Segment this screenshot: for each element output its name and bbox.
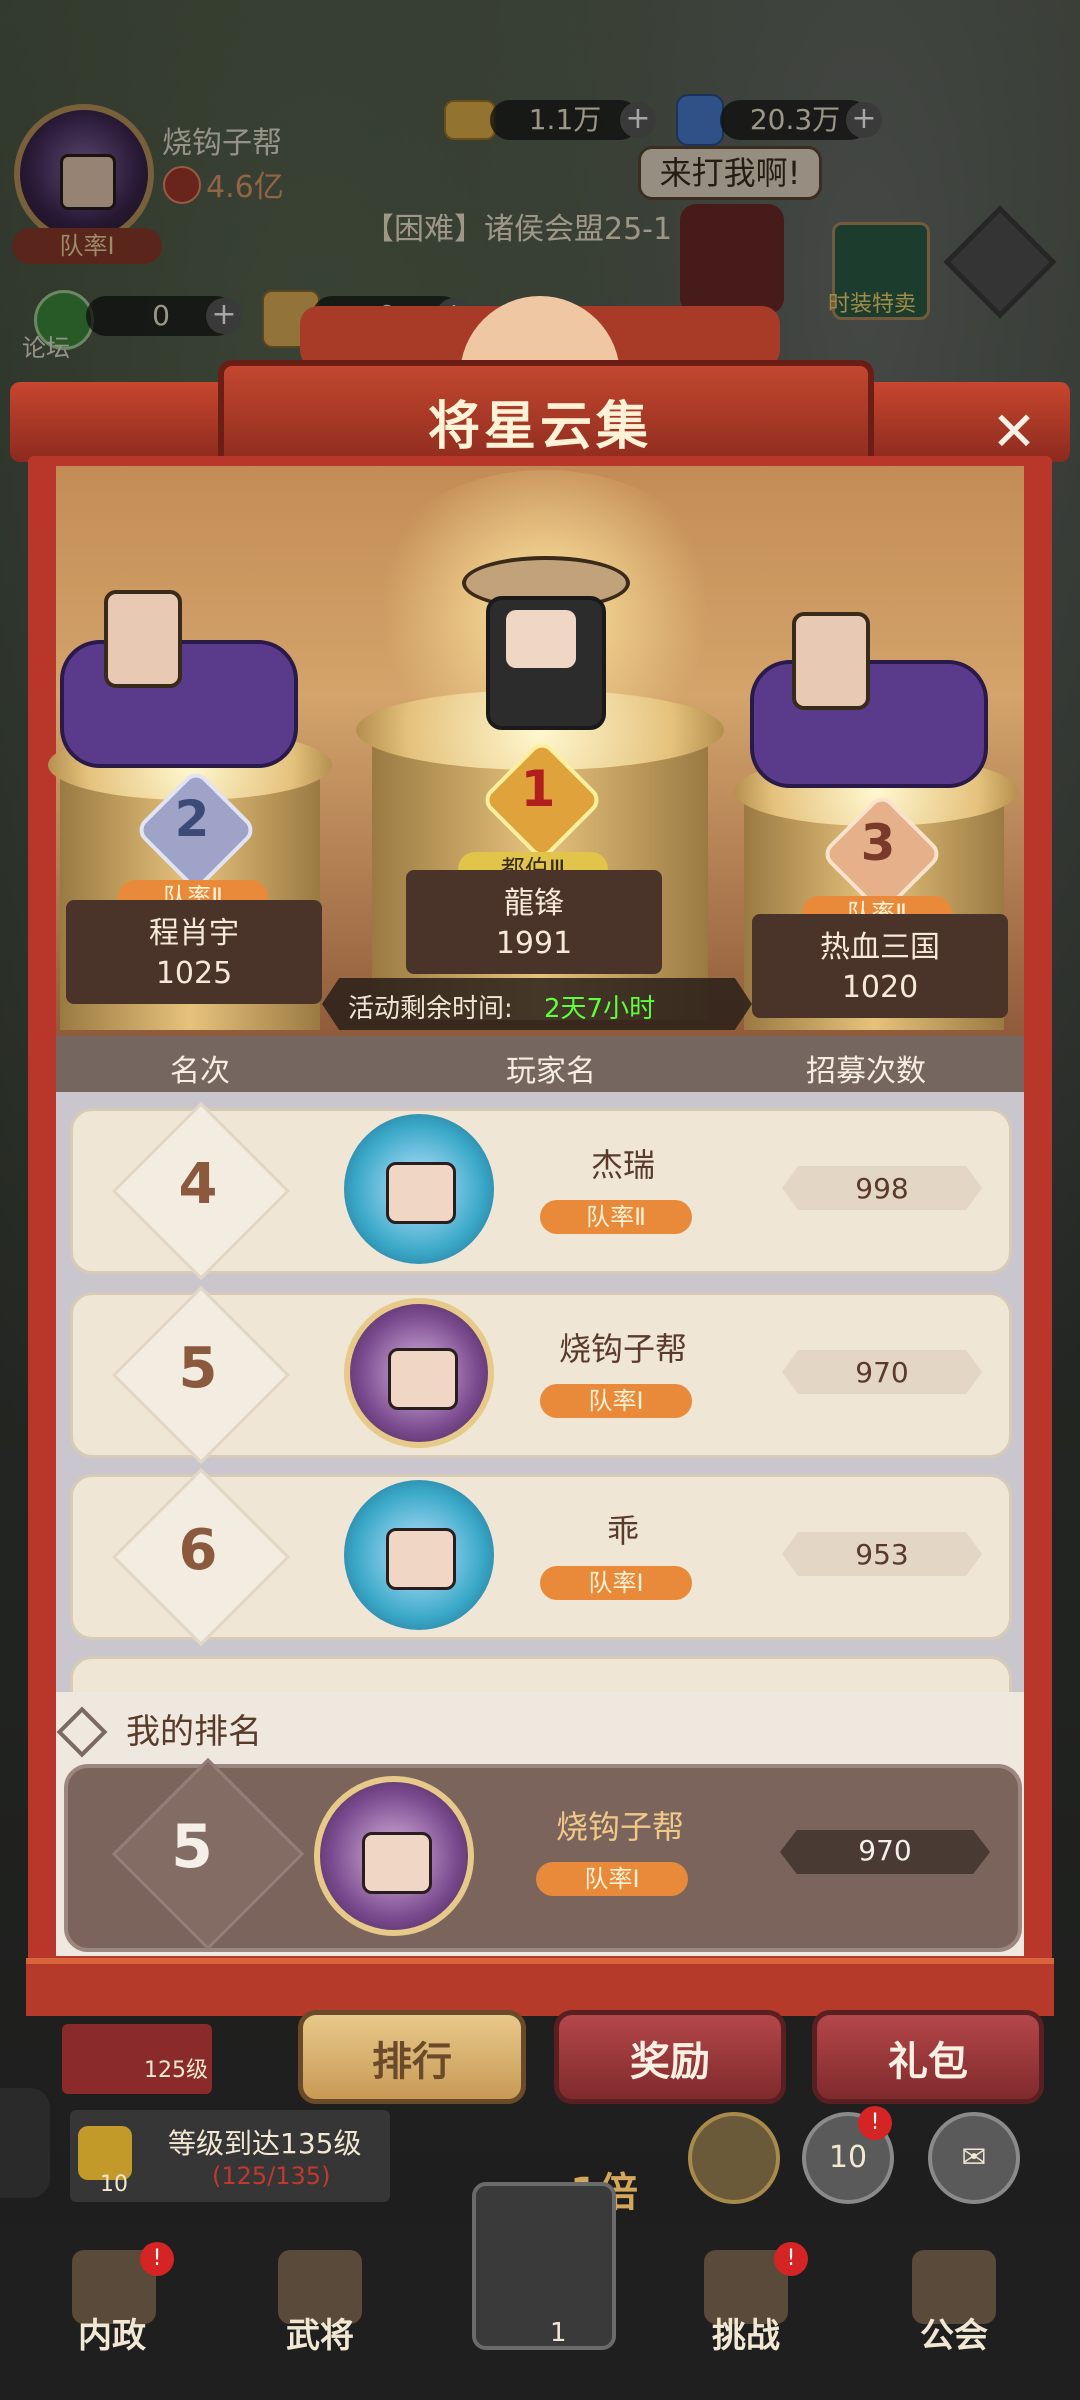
quest-reward-count: 10 bbox=[100, 2172, 128, 2197]
podium-3-card: 热血三国 1020 bbox=[752, 914, 1008, 1018]
quest-text: 等级到达135级 bbox=[168, 2127, 362, 2160]
row-player-name: 杰瑞 bbox=[590, 1146, 655, 1184]
podium-3-name: 热血三国 bbox=[820, 930, 940, 965]
podium-2-card: 程肖宇 1025 bbox=[66, 900, 322, 1004]
row-rank-badge: 队率Ⅰ bbox=[540, 1384, 692, 1418]
place-3: 3 bbox=[860, 814, 896, 872]
battle-center-button[interactable] bbox=[472, 2182, 616, 2350]
row-rank: 4 bbox=[178, 1152, 218, 1217]
my-ranking-title: 我的排名 bbox=[126, 1712, 262, 1752]
activity-alert-icon: ! bbox=[858, 2106, 892, 2140]
avatar-face bbox=[386, 1528, 456, 1590]
tab-gift-pack[interactable]: 礼包 bbox=[812, 2010, 1044, 2104]
rider-third bbox=[792, 612, 870, 710]
battle-center-count: 1 bbox=[550, 2318, 567, 2348]
my-rank-badge: 队率Ⅰ bbox=[536, 1862, 688, 1896]
avatar-face bbox=[388, 1348, 458, 1410]
header-count: 招募次数 bbox=[806, 1054, 926, 1089]
event-timer-label: 活动剩余时间: bbox=[348, 994, 513, 1024]
modal-title: 将星云集 bbox=[427, 397, 652, 457]
podium-3-count: 1020 bbox=[841, 970, 919, 1005]
side-menu-handle[interactable] bbox=[0, 2088, 50, 2198]
my-player-name: 烧钩子帮 bbox=[555, 1808, 684, 1846]
row-player-name: 乖 bbox=[606, 1512, 639, 1550]
my-rank-number: 5 bbox=[171, 1812, 213, 1882]
row-rank: 5 bbox=[178, 1336, 218, 1401]
my-avatar[interactable] bbox=[314, 1776, 474, 1936]
podium-2-name: 程肖宇 bbox=[149, 916, 239, 951]
podium-1-card: 龍锋 1991 bbox=[406, 870, 662, 974]
close-icon[interactable]: ✕ bbox=[986, 404, 1042, 460]
challenge-alert-icon: ! bbox=[774, 2242, 808, 2276]
nav-guild[interactable]: 公会 bbox=[874, 2308, 1034, 2357]
row-score: 953 bbox=[855, 1538, 909, 1571]
event-timer-value: 2天7小时 bbox=[544, 994, 656, 1024]
row-rank-badge: 队率Ⅱ bbox=[540, 1200, 692, 1234]
row-rank: 6 bbox=[178, 1518, 218, 1583]
podium-1-count: 1991 bbox=[495, 926, 573, 961]
quest-progress: (125/135) bbox=[212, 2162, 331, 2190]
row-score: 998 bbox=[855, 1172, 909, 1205]
avatar[interactable] bbox=[344, 1114, 494, 1264]
place-1: 1 bbox=[520, 760, 556, 818]
champion-face bbox=[506, 610, 576, 668]
nav-challenge[interactable]: 挑战 bbox=[666, 2308, 826, 2357]
avatar[interactable] bbox=[344, 1298, 494, 1448]
tab-ranking[interactable]: 排行 bbox=[298, 2010, 526, 2104]
avatar[interactable] bbox=[344, 1480, 494, 1630]
avatar-face bbox=[386, 1162, 456, 1224]
refresh-icon[interactable] bbox=[688, 2112, 780, 2204]
row-rank-badge: 队率Ⅰ bbox=[540, 1566, 692, 1600]
podium-2-count: 1025 bbox=[155, 956, 233, 991]
modal-bottom-frame bbox=[26, 1958, 1054, 2016]
my-score: 970 bbox=[858, 1834, 912, 1867]
header-player: 玩家名 bbox=[506, 1054, 596, 1089]
row-score: 970 bbox=[855, 1356, 909, 1389]
place-2: 2 bbox=[174, 790, 210, 848]
rider-second bbox=[104, 590, 182, 688]
internal-affairs-alert-icon: ! bbox=[140, 2242, 174, 2276]
tab-rewards[interactable]: 奖励 bbox=[554, 2010, 786, 2104]
mail-icon[interactable]: ✉ bbox=[928, 2112, 1020, 2204]
header-rank: 名次 bbox=[170, 1054, 230, 1089]
row-player-name: 烧钩子帮 bbox=[558, 1330, 687, 1368]
podium-1-name: 龍锋 bbox=[504, 886, 564, 921]
nav-generals[interactable]: 武将 bbox=[240, 2308, 400, 2357]
nav-internal-affairs[interactable]: 内政 bbox=[32, 2308, 192, 2357]
level-chip-text: 125级 bbox=[144, 2058, 208, 2083]
avatar-face bbox=[362, 1832, 432, 1894]
